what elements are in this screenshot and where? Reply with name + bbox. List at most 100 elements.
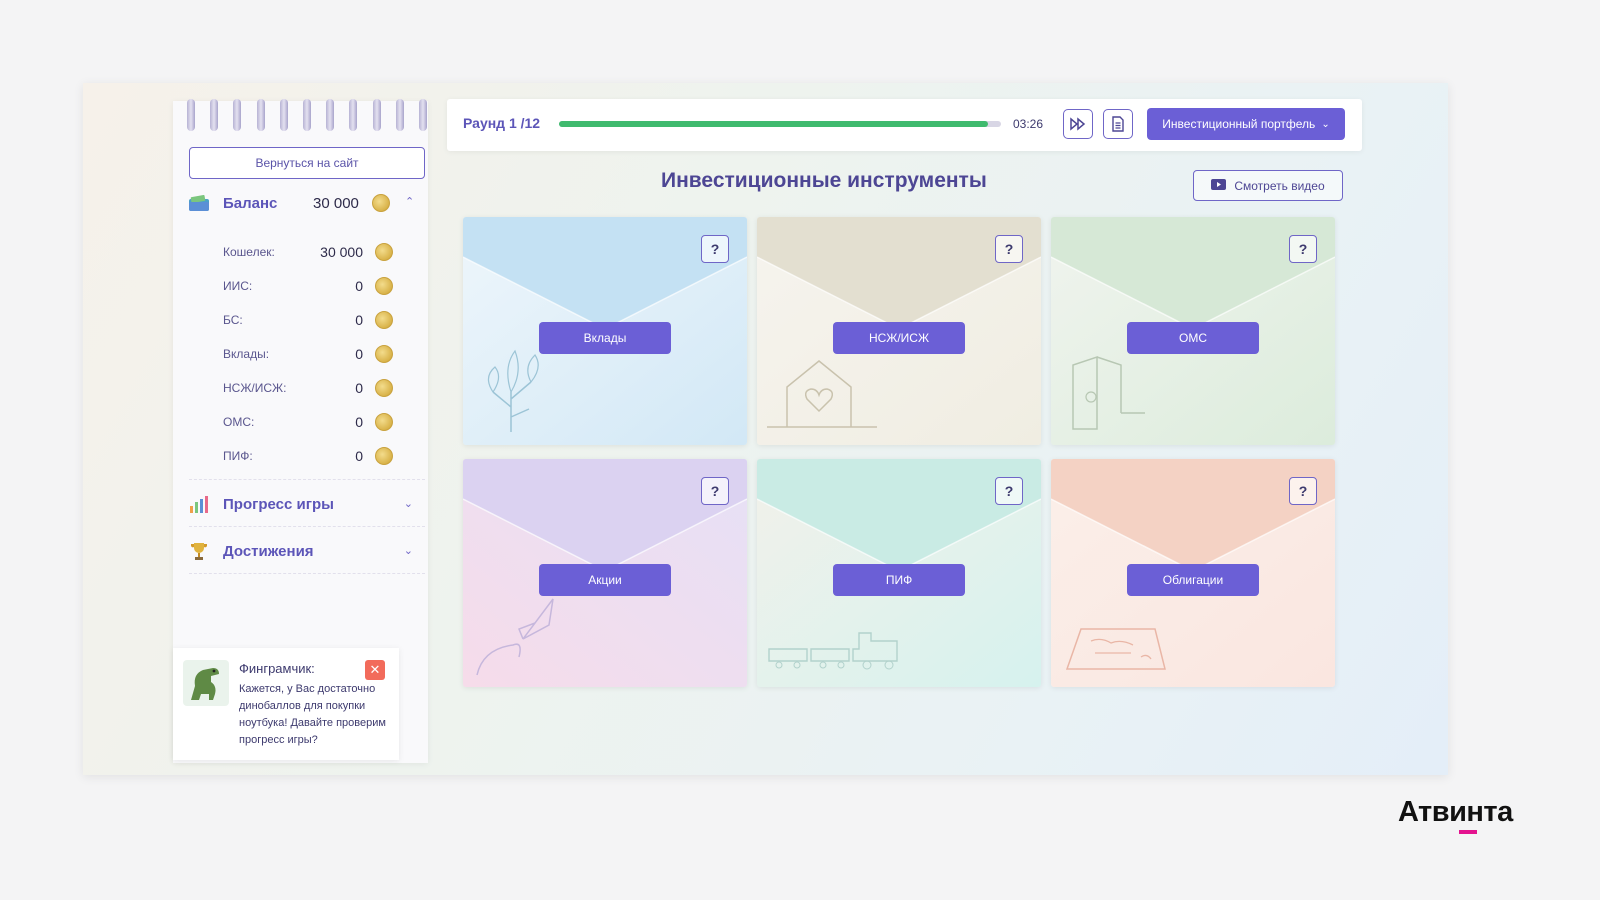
coin-icon — [375, 345, 393, 363]
balance-breakdown: Кошелек: 30 000 ИИС: 0 БС: 0 Вклады: 0 НСЖ/И… — [223, 235, 393, 473]
close-icon[interactable]: ✕ — [365, 660, 385, 680]
instrument-card-nszh[interactable]: ? НСЖ/ИСЖ — [757, 217, 1041, 445]
fingram-tip: Финграмчик: Кажется, у Вас достаточно ди… — [173, 648, 399, 760]
ring-icon — [279, 99, 288, 131]
help-icon[interactable]: ? — [701, 477, 729, 505]
coin-icon — [375, 379, 393, 397]
fast-forward-button[interactable] — [1063, 109, 1093, 139]
ring-icon — [372, 99, 381, 131]
game-progress-title: Прогресс игры — [223, 495, 334, 513]
document-icon — [1112, 116, 1124, 132]
coin-icon — [375, 243, 393, 261]
ring-icon — [395, 99, 404, 131]
help-icon[interactable]: ? — [995, 235, 1023, 263]
row-value: 0 — [355, 414, 363, 430]
balance-row-deposits: Вклады: 0 — [223, 337, 393, 371]
row-value: 0 — [355, 346, 363, 362]
row-value: 0 — [355, 312, 363, 328]
chevron-down-icon: ⌄ — [1321, 118, 1330, 130]
divider — [189, 573, 425, 574]
chevron-up-icon[interactable]: ⌃ — [405, 195, 414, 208]
balance-row-iis: ИИС: 0 — [223, 269, 393, 303]
chevron-down-icon: ⌄ — [403, 545, 413, 557]
document-button[interactable] — [1103, 109, 1133, 139]
instrument-card-stocks[interactable]: ? Акции — [463, 459, 747, 687]
card-button[interactable]: ПИФ — [833, 564, 965, 596]
row-value: 0 — [355, 278, 363, 294]
balance-row-wallet: Кошелек: 30 000 — [223, 235, 393, 269]
help-icon[interactable]: ? — [995, 477, 1023, 505]
logo-underline — [1459, 830, 1477, 834]
card-button[interactable]: НСЖ/ИСЖ — [833, 322, 965, 354]
coin-icon — [372, 194, 390, 212]
ring-icon — [210, 99, 219, 131]
ring-icon — [302, 99, 311, 131]
balance-value: 30 000 — [313, 194, 359, 212]
game-window: Вернуться на сайт Баланс 30 000 ⌃ Кошеле… — [83, 83, 1448, 775]
ring-icon — [187, 99, 195, 131]
ring-icon — [349, 99, 358, 131]
video-play-icon — [1211, 178, 1227, 193]
row-label: Вклады: — [223, 347, 270, 361]
round-timer: 03:26 — [1013, 117, 1044, 131]
round-toolbar: Раунд 1 /12 03:26 Инвестиционный портфел… — [447, 99, 1362, 151]
balance-header[interactable]: Баланс 30 000 ⌃ — [189, 191, 425, 215]
game-progress-toggle[interactable]: Прогресс игры ⌄ — [189, 490, 425, 518]
coin-icon — [375, 447, 393, 465]
instrument-card-pif[interactable]: ? ПИФ — [757, 459, 1041, 687]
coin-icon — [375, 311, 393, 329]
coin-icon — [375, 413, 393, 431]
notebook-rings — [187, 99, 427, 133]
fingram-title: Финграмчик: — [239, 661, 315, 676]
help-icon[interactable]: ? — [1289, 477, 1317, 505]
watch-video-button[interactable]: Смотреть видео — [1193, 170, 1343, 201]
balance-row-oms: ОМС: 0 — [223, 405, 393, 439]
row-label: БС: — [223, 313, 243, 327]
ring-icon — [418, 99, 427, 131]
achievements-toggle[interactable]: Достижения ⌄ — [189, 537, 425, 565]
row-label: ПИФ: — [223, 449, 253, 463]
chevron-down-icon: ⌄ — [403, 498, 413, 510]
instrument-card-bonds[interactable]: ? Облигации — [1051, 459, 1335, 687]
achievements-title: Достижения — [223, 542, 314, 560]
round-progress-fill — [559, 121, 988, 127]
round-counter: Раунд 1 /12 — [463, 115, 541, 131]
instrument-card-oms[interactable]: ? ОМС — [1051, 217, 1335, 445]
help-icon[interactable]: ? — [1289, 235, 1317, 263]
card-button[interactable]: ОМС — [1127, 322, 1259, 354]
fingram-message: Кажется, у Вас достаточно динобаллов для… — [239, 683, 386, 746]
ring-icon — [233, 99, 242, 131]
card-button[interactable]: Облигации — [1127, 564, 1259, 596]
row-value: 0 — [355, 380, 363, 396]
row-value: 30 000 — [320, 244, 363, 260]
round-progress-bar — [559, 121, 1001, 127]
balance-row-bs: БС: 0 — [223, 303, 393, 337]
watch-video-label: Смотреть видео — [1234, 178, 1325, 193]
row-label: ИИС: — [223, 279, 253, 293]
ring-icon — [256, 99, 265, 131]
chart-icon — [189, 494, 209, 514]
card-button[interactable]: Вклады — [539, 322, 671, 354]
row-label: ОМС: — [223, 415, 255, 429]
divider — [189, 479, 425, 480]
balance-row-nszh: НСЖ/ИСЖ: 0 — [223, 371, 393, 405]
help-icon[interactable]: ? — [701, 235, 729, 263]
investment-portfolio-dropdown[interactable]: Инвестиционный портфель ⌄ — [1147, 108, 1345, 140]
fast-forward-icon — [1070, 117, 1086, 131]
portfolio-label: Инвестиционный портфель — [1162, 117, 1316, 131]
back-to-site-button[interactable]: Вернуться на сайт — [189, 147, 425, 179]
row-label: НСЖ/ИСЖ: — [223, 381, 287, 395]
coin-icon — [375, 277, 393, 295]
card-button[interactable]: Акции — [539, 564, 671, 596]
trophy-icon — [189, 541, 209, 561]
wallet-icon — [189, 194, 209, 211]
balance-title: Баланс — [223, 194, 278, 212]
instrument-card-deposits[interactable]: ? Вклады — [463, 217, 747, 445]
balance-row-pif: ПИФ: 0 — [223, 439, 393, 473]
row-value: 0 — [355, 448, 363, 464]
brand-logo: Атвинта — [1398, 796, 1513, 828]
ring-icon — [326, 99, 335, 131]
dinosaur-avatar — [183, 660, 229, 706]
divider — [189, 526, 425, 527]
row-label: Кошелек: — [223, 245, 275, 259]
